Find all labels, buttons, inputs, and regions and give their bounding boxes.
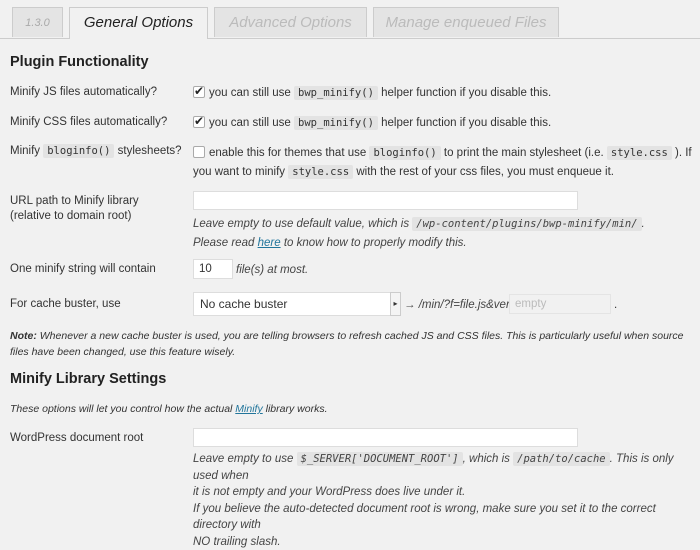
label-bloginfo-before: Minify xyxy=(10,145,41,157)
minify-bloginfo-field: enable this for themes that use bloginfo… xyxy=(193,144,693,182)
label-cache-buster: For cache buster, use xyxy=(10,298,121,310)
minify-js-text-before: you can still use xyxy=(209,87,291,99)
minify-bloginfo-checkbox[interactable] xyxy=(193,146,205,158)
doc-root-desc3: If you believe the auto-detected documen… xyxy=(193,502,656,532)
bloginfo-text1: enable this for themes that use xyxy=(209,147,367,159)
label-minify-bloginfo: Minify bloginfo() stylesheets? xyxy=(10,144,182,159)
label-url-path: URL path to Minify library (relative to … xyxy=(10,194,139,224)
bloginfo-code1: bloginfo() xyxy=(369,146,441,160)
heading-plugin-functionality: Plugin Functionality xyxy=(10,54,149,70)
url-path-desc1-code: /wp-content/plugins/bwp-minify/min/ xyxy=(412,217,642,231)
doc-root-desc1-before: Leave empty to use xyxy=(193,453,294,465)
cache-buster-url-hint: → /min/?f=file.js&ver= xyxy=(404,299,517,311)
tab-bar: 1.3.0 General Options Advanced Options M… xyxy=(0,0,700,39)
bloginfo-text5: with the rest of your css files, you mus… xyxy=(356,166,614,178)
tab-general-options[interactable]: General Options xyxy=(69,7,208,39)
minify-css-text-after: helper function if you disable this. xyxy=(381,117,552,129)
minify-string-count-input[interactable] xyxy=(193,259,233,279)
doc-root-desc1-mid: , which is xyxy=(462,453,510,465)
url-path-desc1-before: Leave empty to use default value, which … xyxy=(193,218,410,230)
here-link[interactable]: here xyxy=(258,237,281,249)
minify-link[interactable]: Minify xyxy=(235,403,262,415)
minify-css-field: you can still use bwp_minify() helper fu… xyxy=(193,113,552,131)
cache-buster-note: Note: Whenever a new cache buster is use… xyxy=(10,328,695,360)
bloginfo-text4: you want to minify xyxy=(193,166,286,178)
cache-buster-end: . xyxy=(614,299,618,311)
cache-buster-value-input[interactable] xyxy=(509,294,611,314)
cache-buster-selected: No cache buster xyxy=(200,297,288,311)
version-badge: 1.3.0 xyxy=(12,7,63,37)
bloginfo-code3: style.css xyxy=(288,165,354,179)
bloginfo-text2: to print the main stylesheet (i.e. xyxy=(443,147,604,159)
doc-root-desc2: it is not empty and your WordPress does … xyxy=(193,486,466,498)
label-minify-string: One minify string will contain xyxy=(10,263,156,275)
doc-root-desc4: NO trailing slash. xyxy=(193,535,281,548)
cache-buster-select[interactable]: No cache buster xyxy=(193,292,401,316)
tab-advanced-options[interactable]: Advanced Options xyxy=(214,7,367,37)
doc-root-desc1-code1: $_SERVER['DOCUMENT_ROOT'] xyxy=(296,452,463,466)
label-minify-js: Minify JS files automatically? xyxy=(10,86,157,98)
minify-css-code: bwp_minify() xyxy=(294,116,378,130)
minify-js-text-after: helper function if you disable this. xyxy=(381,87,552,99)
label-minify-css: Minify CSS files automatically? xyxy=(10,116,168,128)
url-path-description: Leave empty to use default value, which … xyxy=(193,215,645,253)
doc-root-input[interactable] xyxy=(193,428,578,447)
cache-buster-dropdown-icon[interactable]: ▸ xyxy=(390,292,401,316)
minify-js-code: bwp_minify() xyxy=(294,86,378,100)
url-path-desc2-after: to know how to properly modify this. xyxy=(283,237,467,249)
intro-after: library works. xyxy=(265,403,328,415)
bloginfo-text3: ). If xyxy=(675,147,692,159)
minify-library-intro: These options will let you control how t… xyxy=(10,401,695,417)
note-text: Whenever a new cache buster is used, you… xyxy=(10,330,684,358)
doc-root-description: Leave empty to use $_SERVER['DOCUMENT_RO… xyxy=(193,451,693,550)
note-label: Note: xyxy=(10,330,37,342)
bloginfo-code2: style.css xyxy=(606,146,672,160)
heading-minify-library-settings: Minify Library Settings xyxy=(10,371,167,387)
label-doc-root: WordPress document root xyxy=(10,432,144,444)
label-bloginfo-after: stylesheets? xyxy=(117,145,182,157)
intro-before: These options will let you control how t… xyxy=(10,403,233,415)
url-path-input[interactable] xyxy=(193,191,578,210)
label-url-path-line1: URL path to Minify library xyxy=(10,195,139,207)
minify-css-checkbox[interactable] xyxy=(193,113,205,129)
minify-js-field: you can still use bwp_minify() helper fu… xyxy=(193,83,552,101)
minify-css-text-before: you can still use xyxy=(209,117,291,129)
url-path-desc1-after: . xyxy=(641,218,645,230)
url-path-desc2-before: Please read xyxy=(193,237,255,249)
label-bloginfo-code: bloginfo() xyxy=(43,144,115,158)
label-url-path-line2: (relative to domain root) xyxy=(10,210,132,222)
tab-manage-enqueued-files[interactable]: Manage enqueued Files xyxy=(373,7,559,37)
minify-js-checkbox[interactable] xyxy=(193,83,205,99)
minify-string-suffix: file(s) at most. xyxy=(236,264,309,276)
doc-root-desc1-code2: /path/to/cache xyxy=(513,452,610,466)
